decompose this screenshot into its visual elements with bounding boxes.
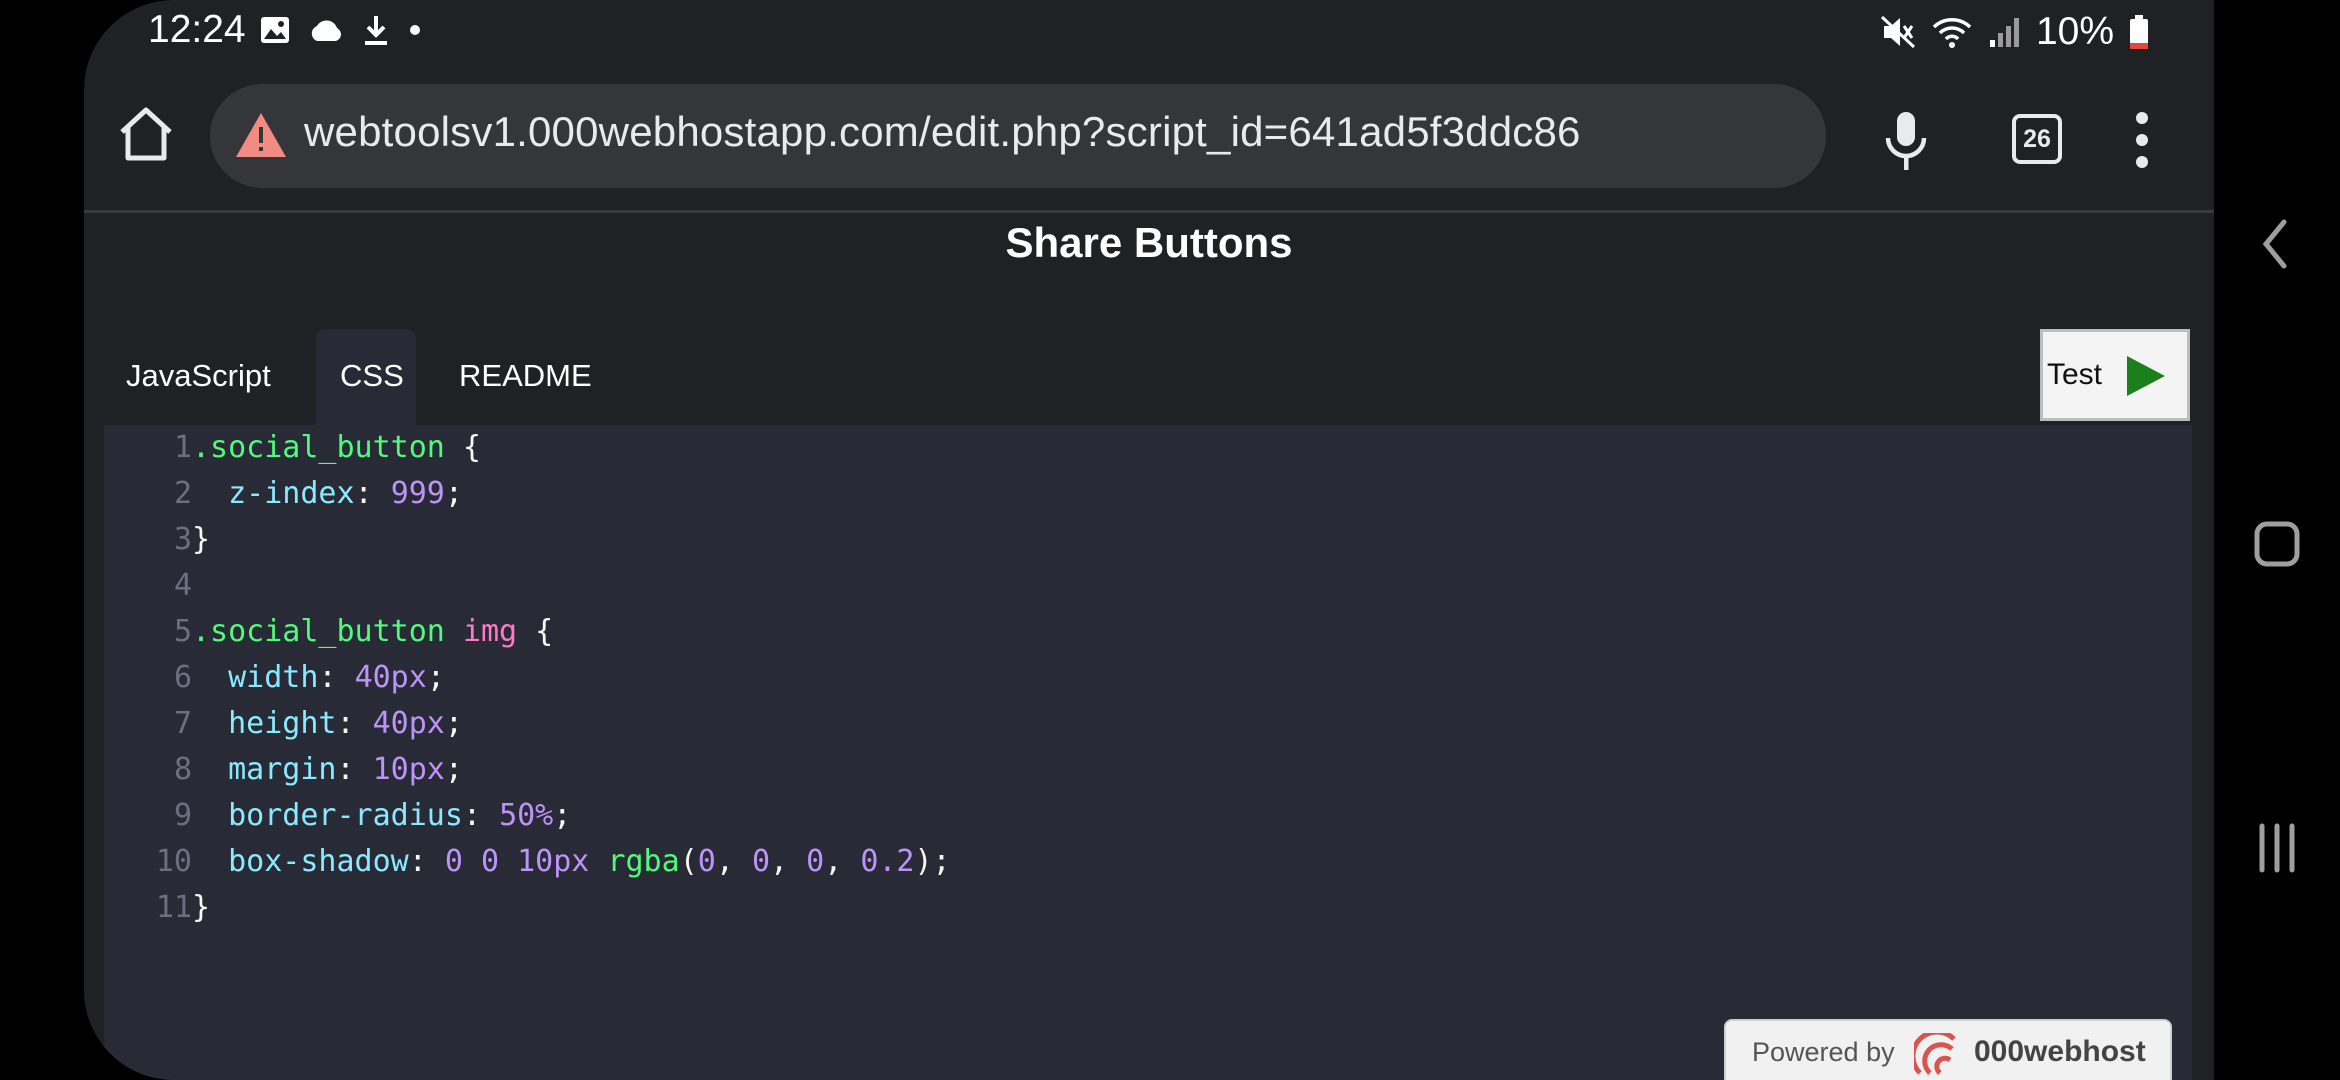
battery-percent: 10% [2035,10,2114,53]
line-number: 4 [173,568,192,603]
code-line: 2 z-index: 999; [104,471,463,517]
line-number: 5 [173,614,192,649]
mute-icon [1880,15,1915,49]
line-number: 2 [173,476,192,511]
web-page: Share Buttons JavaScript CSS README Test… [84,213,2214,1080]
tab-readme[interactable]: README [436,329,615,425]
download-icon [365,16,387,45]
battery-icon [2130,15,2148,49]
code-line: 1.social_button { [104,425,481,471]
status-bar: 12:24 10% [84,0,2214,62]
warning-icon[interactable] [234,110,288,160]
code-line: 5.social_button img { [104,609,553,655]
code-line: 4 [104,563,192,609]
line-number: 10 [155,844,192,879]
cloud-icon [311,20,341,41]
play-icon [2127,356,2165,396]
tab-switcher-button[interactable]: 26 [2012,114,2062,164]
tab-javascript[interactable]: JavaScript [104,329,294,425]
url-text[interactable]: webtoolsv1.000webhostapp.com/edit.php?sc… [304,108,1581,156]
code-line: 11} [104,885,210,931]
powered-by-badge[interactable]: Powered by 000webhost [1724,1019,2172,1080]
microphone-icon[interactable] [1880,110,1932,172]
home-square-icon[interactable] [2252,514,2302,574]
browser-toolbar: webtoolsv1.000webhostapp.com/edit.php?sc… [84,62,2214,213]
url-bar[interactable]: webtoolsv1.000webhostapp.com/edit.php?sc… [210,84,1826,188]
line-number: 3 [173,522,192,557]
android-nav-bar [2214,0,2340,1080]
image-icon [261,17,289,43]
home-icon[interactable] [116,104,176,164]
tab-css[interactable]: CSS [316,329,416,425]
back-icon[interactable] [2252,214,2302,274]
powered-by-label: Powered by [1752,1037,1895,1067]
more-options-icon[interactable] [2132,110,2152,170]
test-button-label: Test [2047,358,2103,391]
status-system-icons: 10% [1880,10,2150,54]
line-number: 1 [173,430,192,465]
code-editor[interactable]: 1.social_button { 2 z-index: 999; 3} 4 5… [104,425,2192,1080]
000webhost-logo-icon [1914,1033,1956,1075]
line-number: 6 [173,660,192,695]
code-line: 6 width: 40px; [104,655,445,701]
editor-tabs: JavaScript CSS README [104,329,615,425]
code-line: 9 border-radius: 50%; [104,793,571,839]
code-line: 8 margin: 10px; [104,747,463,793]
status-time: 12:24 [148,8,246,51]
line-number: 9 [173,798,192,833]
test-button[interactable]: Test [2040,329,2190,421]
recent-apps-icon[interactable] [2252,818,2302,878]
phone-screen: 12:24 10% webtoolsv1.000webhostapp.com/e… [84,0,2214,1080]
page-title: Share Buttons [1005,219,1293,266]
wifi-icon [1932,18,1972,48]
powered-by-brand: 000webhost [1974,1035,2146,1068]
signal-icon [1989,18,2019,47]
line-number: 8 [173,752,192,787]
code-line: 3} [104,517,210,563]
status-notification-icons [260,14,422,46]
dot-icon [410,25,420,35]
line-number: 7 [173,706,192,741]
code-line: 10 box-shadow: 0 0 10px rgba(0, 0, 0, 0.… [104,839,951,885]
code-line: 7 height: 40px; [104,701,463,747]
line-number: 11 [155,890,192,925]
